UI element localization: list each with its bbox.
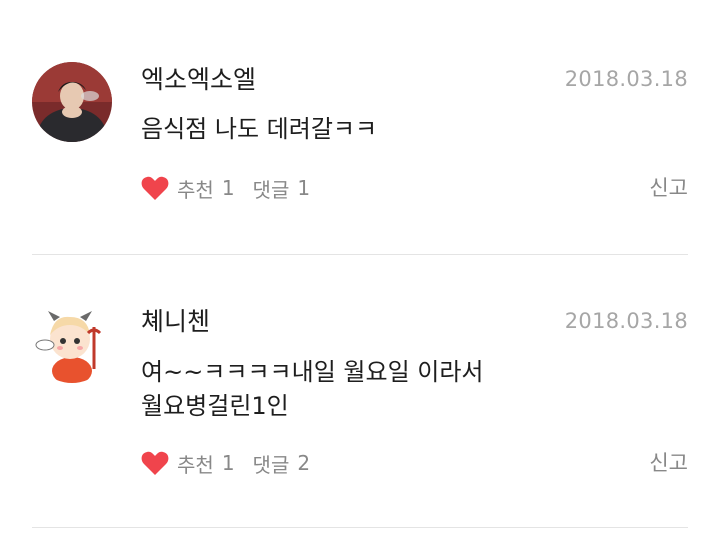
recommend-label[interactable]: 추천: [177, 449, 214, 478]
divider: [32, 254, 688, 255]
recommend-count: 1: [221, 451, 235, 475]
user-avatar[interactable]: [32, 303, 112, 383]
recommend-label[interactable]: 추천: [177, 174, 214, 203]
report-button[interactable]: 신고: [649, 446, 688, 480]
comment-actions: 추천 1 댓글 1: [141, 171, 328, 205]
reply-label[interactable]: 댓글: [253, 449, 290, 478]
heart-icon[interactable]: [141, 450, 169, 476]
comment-author[interactable]: 쳬니첸: [141, 306, 210, 338]
user-photo-avatar-icon: [32, 62, 112, 142]
heart-icon[interactable]: [141, 175, 169, 201]
reply-count: 1: [297, 176, 311, 200]
comment-text: 음식점 나도 데려갈ㅋㅋ: [141, 115, 378, 143]
comment-date: 2018.03.18: [564, 309, 688, 333]
comment-actions: 추천 1 댓글 2: [141, 446, 328, 480]
recommend-count: 1: [221, 176, 235, 200]
user-avatar[interactable]: [32, 62, 112, 142]
reply-label[interactable]: 댓글: [253, 174, 290, 203]
comment-date: 2018.03.18: [564, 67, 688, 91]
reply-count: 2: [297, 451, 311, 475]
comment-author[interactable]: 엑소엑소엘: [141, 64, 256, 96]
comment-text: 여~~ㅋㅋㅋㅋ내일 월요일 이라서 월요병걸린1인: [141, 358, 484, 420]
cartoon-devil-avatar-icon: [32, 303, 112, 383]
divider: [32, 527, 688, 528]
report-button[interactable]: 신고: [649, 171, 688, 205]
